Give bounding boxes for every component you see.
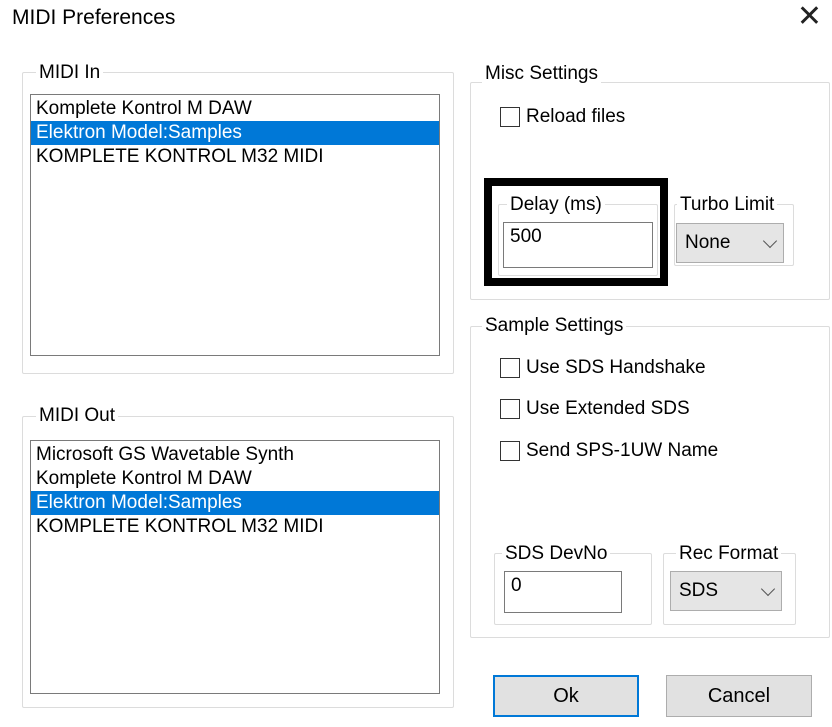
dialog-title: MIDI Preferences xyxy=(12,6,176,29)
devno-label: SDS DevNo xyxy=(502,543,611,565)
midi-in-listbox[interactable]: Komplete Kontrol M DAW Elektron Model:Sa… xyxy=(30,94,440,356)
delay-input[interactable]: 500 xyxy=(503,222,653,268)
reload-files-box[interactable] xyxy=(500,107,520,127)
midi-out-label: MIDI Out xyxy=(36,405,119,427)
rec-format-label: Rec Format xyxy=(676,543,782,565)
list-item[interactable]: KOMPLETE KONTROL M32 MIDI xyxy=(31,145,439,169)
chevron-down-icon xyxy=(762,233,778,248)
sds-handshake-box[interactable] xyxy=(500,358,520,378)
list-item[interactable]: Komplete Kontrol M DAW xyxy=(31,97,439,121)
chevron-down-icon xyxy=(760,581,776,596)
rec-format-value: SDS xyxy=(679,580,719,601)
cancel-button[interactable]: Cancel xyxy=(666,675,812,717)
list-item[interactable]: Microsoft GS Wavetable Synth xyxy=(31,443,439,467)
extended-sds-box[interactable] xyxy=(500,399,520,419)
reload-files-label: Reload files xyxy=(526,106,626,127)
close-icon[interactable]: ✕ xyxy=(797,2,822,32)
turbo-limit-value: None xyxy=(685,232,731,253)
turbo-limit-select[interactable]: None xyxy=(676,223,784,263)
reload-files-checkbox[interactable]: Reload files xyxy=(500,106,625,128)
send-name-checkbox[interactable]: Send SPS-1UW Name xyxy=(500,440,718,462)
midi-in-label: MIDI In xyxy=(36,62,104,84)
sds-handshake-checkbox[interactable]: Use SDS Handshake xyxy=(500,357,706,379)
devno-input[interactable]: 0 xyxy=(504,571,622,613)
sds-handshake-label: Use SDS Handshake xyxy=(526,357,706,378)
rec-format-select[interactable]: SDS xyxy=(670,571,782,611)
misc-settings-label: Misc Settings xyxy=(482,63,601,85)
delay-label: Delay (ms) xyxy=(507,194,605,216)
list-item[interactable]: Komplete Kontrol M DAW xyxy=(31,467,439,491)
send-name-box[interactable] xyxy=(500,441,520,461)
sample-settings-label: Sample Settings xyxy=(482,315,627,337)
list-item[interactable]: KOMPLETE KONTROL M32 MIDI xyxy=(31,515,439,539)
midi-out-listbox[interactable]: Microsoft GS Wavetable Synth Komplete Ko… xyxy=(30,440,440,694)
ok-button[interactable]: Ok xyxy=(493,675,639,717)
list-item[interactable]: Elektron Model:Samples xyxy=(31,121,439,145)
extended-sds-label: Use Extended SDS xyxy=(526,398,690,419)
extended-sds-checkbox[interactable]: Use Extended SDS xyxy=(500,398,690,420)
list-item[interactable]: Elektron Model:Samples xyxy=(31,491,439,515)
send-name-label: Send SPS-1UW Name xyxy=(526,440,719,461)
turbo-limit-label: Turbo Limit xyxy=(677,194,778,216)
